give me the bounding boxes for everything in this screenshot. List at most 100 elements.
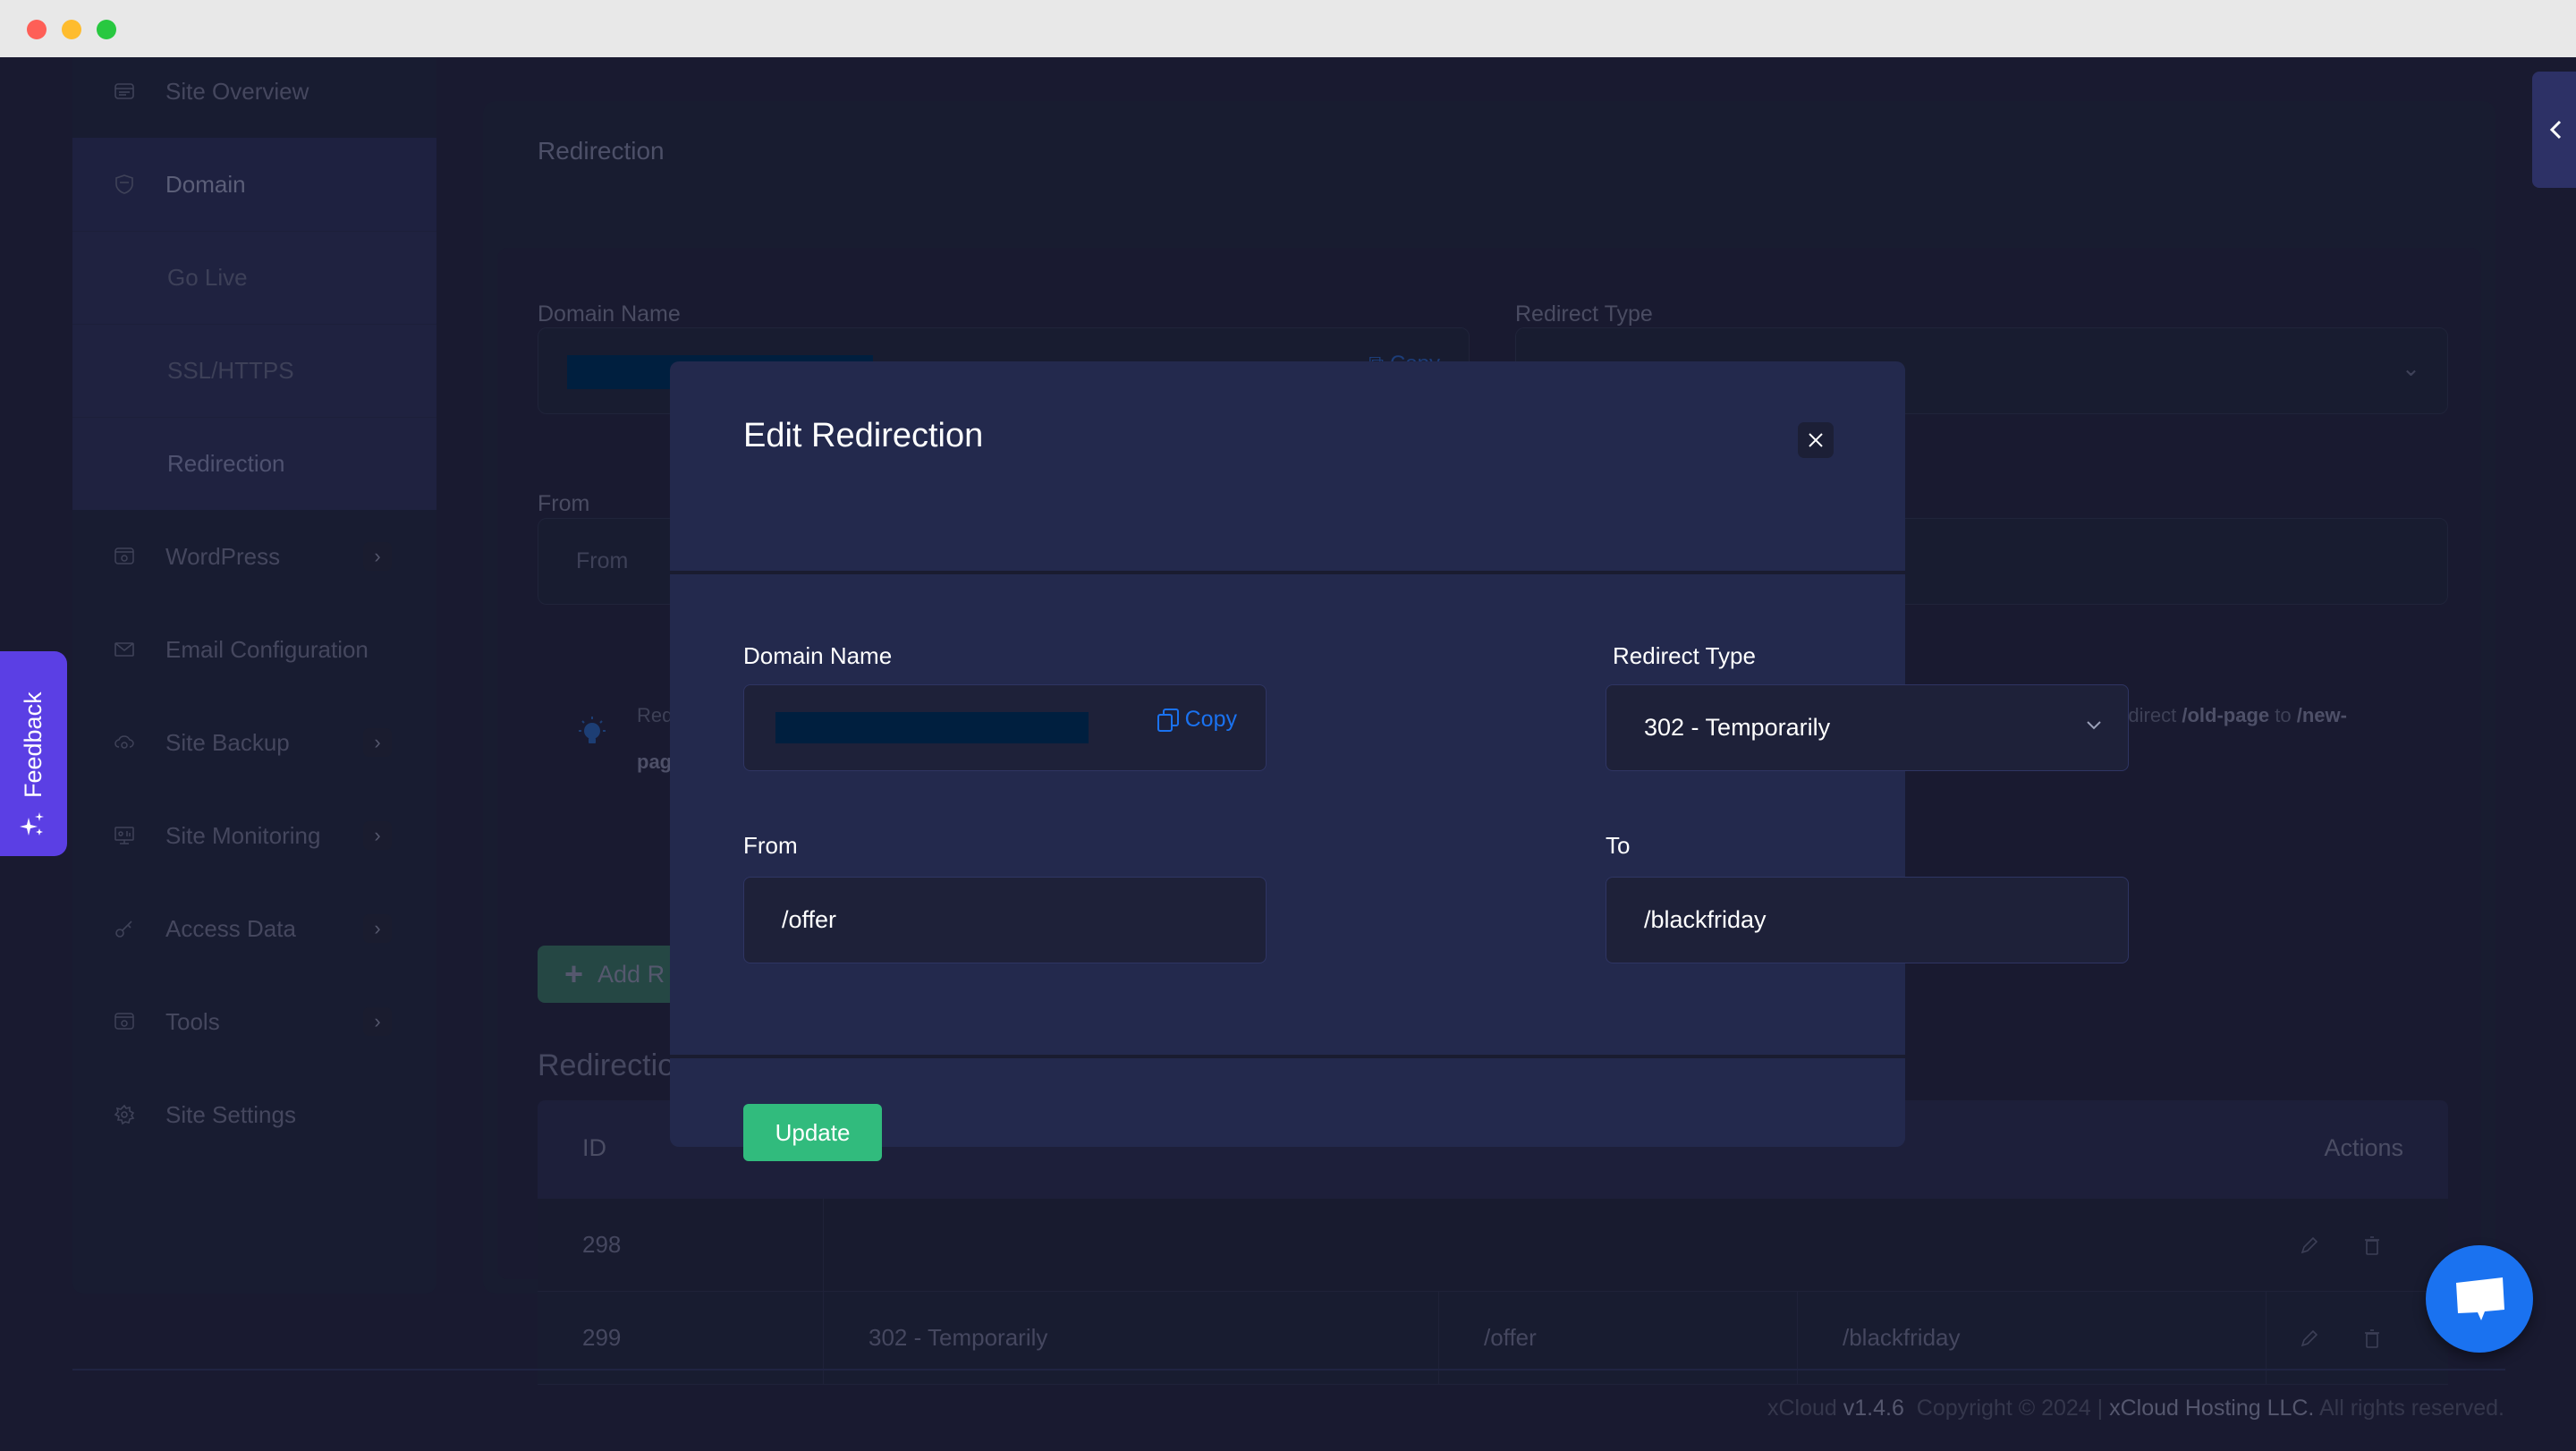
edit-pencil-icon[interactable] (2299, 1328, 2320, 1349)
browser-gear-icon (114, 547, 134, 564)
sidebar-subitem-label: SSL/HTTPS (167, 357, 294, 384)
sidebar-item-wordpress[interactable]: WordPress › (72, 510, 436, 603)
sidebar-item-label: Domain (165, 170, 246, 198)
chevron-down-icon: ⌄ (2402, 356, 2420, 381)
close-icon (1809, 433, 1823, 447)
chat-bubble-icon (2456, 1277, 2504, 1320)
modal-redirect-type-label: Redirect Type (1613, 642, 1756, 669)
chat-widget-button[interactable] (2426, 1245, 2533, 1353)
delete-trash-icon[interactable] (2361, 1235, 2383, 1256)
footer: xCloud v1.4.6 Copyright © 2024 | xCloud … (1767, 1396, 2504, 1421)
info-text: to (2269, 704, 2297, 726)
sidebar-subitem-label: Go Live (167, 264, 248, 291)
modal-close-button[interactable] (1798, 422, 1834, 458)
modal-to-input[interactable]: /blackfriday (1606, 877, 2129, 963)
sidebar-item-site-backup[interactable]: Site Backup › (72, 696, 436, 789)
delete-trash-icon[interactable] (2361, 1328, 2383, 1349)
cell-id: 298 (538, 1199, 824, 1291)
plus-icon: + (564, 955, 584, 992)
feedback-label: Feedback (20, 692, 47, 798)
sidebar-item-site-monitoring[interactable]: Site Monitoring › (72, 789, 436, 882)
modal-footer-divider (670, 1055, 1905, 1058)
modal-from-label: From (743, 832, 798, 859)
table-row: 299 302 - Temporarily /offer /blackfrida… (538, 1292, 2448, 1385)
cell-actions (2267, 1199, 2448, 1291)
sidebar-item-domain[interactable]: Domain (72, 138, 436, 231)
lightbulb-icon (579, 717, 606, 743)
sidebar-item-tools[interactable]: Tools › (72, 975, 436, 1068)
add-redirection-label: Add R (597, 960, 665, 988)
sidebar-subitem-label: Redirection (167, 450, 285, 477)
browser-window-icon (114, 83, 134, 99)
sidebar-item-email-configuration[interactable]: Email Configuration (72, 603, 436, 696)
sidebar-subitem-go-live[interactable]: Go Live (72, 231, 436, 324)
app-root: Site Overview Domain Go Live SSL/HTTPS R… (0, 57, 2576, 1451)
info-text-left-2: pag (637, 751, 673, 773)
page-title: Redirection (538, 137, 665, 165)
feedback-tab[interactable]: Feedback (0, 651, 67, 856)
modal-copy-button[interactable]: Copy (1157, 707, 1237, 733)
window-titlebar (0, 0, 2576, 57)
chevron-right-icon[interactable]: › (363, 914, 392, 943)
to-value: /blackfriday (1644, 906, 1767, 933)
sidebar-item-site-overview[interactable]: Site Overview (72, 57, 436, 138)
from-value: /offer (782, 906, 837, 933)
modal-header-divider (670, 571, 1905, 574)
sidebar-collapse-button[interactable] (2532, 72, 2576, 188)
info-example-new: /new- (2296, 704, 2347, 726)
copy-label: Copy (1184, 707, 1237, 732)
modal-title: Edit Redirection (743, 417, 984, 454)
sidebar-item-label: Site Settings (165, 1100, 296, 1128)
sparkles-icon (20, 812, 44, 836)
key-icon (115, 921, 132, 938)
sidebar-item-site-settings[interactable]: Site Settings (72, 1068, 436, 1161)
sidebar-item-access-data[interactable]: Access Data › (72, 882, 436, 975)
copy-icon (1157, 708, 1179, 732)
close-window-button[interactable] (27, 20, 47, 39)
from-placeholder: From (576, 548, 629, 573)
redirect-type-label: Redirect Type (1515, 301, 1653, 327)
footer-divider (72, 1369, 2505, 1370)
sidebar-item-label: Email Configuration (165, 635, 369, 663)
chevron-down-icon (2087, 721, 2101, 730)
footer-version: v1.4.6 (1843, 1396, 1904, 1421)
maximize-window-button[interactable] (97, 20, 116, 39)
info-example-old: /old-page (2182, 704, 2270, 726)
sidebar-item-label: Site Backup (165, 728, 290, 756)
chevron-right-icon[interactable]: › (363, 728, 392, 757)
sidebar-item-label: Site Overview (165, 77, 309, 105)
envelope-icon (114, 642, 134, 657)
chevron-left-icon (2549, 120, 2562, 140)
footer-company-link[interactable]: xCloud Hosting LLC. (2109, 1396, 2314, 1421)
monitor-chart-icon (114, 827, 134, 844)
domain-name-redacted (775, 712, 1089, 743)
redirect-type-value: 302 - Temporarily (1644, 714, 1831, 741)
footer-rights: All rights reserved. (2318, 1396, 2504, 1421)
table-row: 298 (538, 1199, 2448, 1292)
sidebar: Site Overview Domain Go Live SSL/HTTPS R… (72, 57, 436, 1294)
chevron-right-icon[interactable]: › (363, 542, 392, 571)
chevron-right-icon[interactable]: › (363, 1007, 392, 1036)
sidebar-subitem-redirection[interactable]: Redirection (72, 417, 436, 510)
https-shield-icon (115, 174, 133, 194)
column-header-id: ID (582, 1134, 606, 1161)
domain-submenu-group: Domain Go Live SSL/HTTPS Redirection (72, 138, 436, 510)
minimize-window-button[interactable] (62, 20, 81, 39)
edit-pencil-icon[interactable] (2299, 1235, 2320, 1256)
from-label: From (538, 491, 590, 516)
browser-gear-icon (114, 1013, 134, 1030)
chevron-right-icon[interactable]: › (363, 821, 392, 850)
modal-from-input[interactable]: /offer (743, 877, 1267, 963)
sidebar-subitem-ssl-https[interactable]: SSL/HTTPS (72, 324, 436, 417)
column-header-actions: Actions (2324, 1134, 2403, 1161)
redirections-table-title: Redirectio (538, 1048, 675, 1082)
modal-redirect-type-select[interactable]: 302 - Temporarily (1606, 684, 2129, 771)
edit-redirection-modal: Edit Redirection Domain Name Copy Redire… (670, 361, 2129, 1161)
footer-brand: xCloud (1767, 1396, 1837, 1421)
gear-icon (114, 1104, 135, 1125)
modal-domain-name-field: Copy (743, 684, 1267, 771)
sidebar-item-label: Access Data (165, 914, 296, 942)
footer-copyright: Copyright © 2024 | (1916, 1396, 2104, 1421)
update-button[interactable]: Update (743, 1104, 882, 1161)
sidebar-item-label: Site Monitoring (165, 821, 321, 849)
